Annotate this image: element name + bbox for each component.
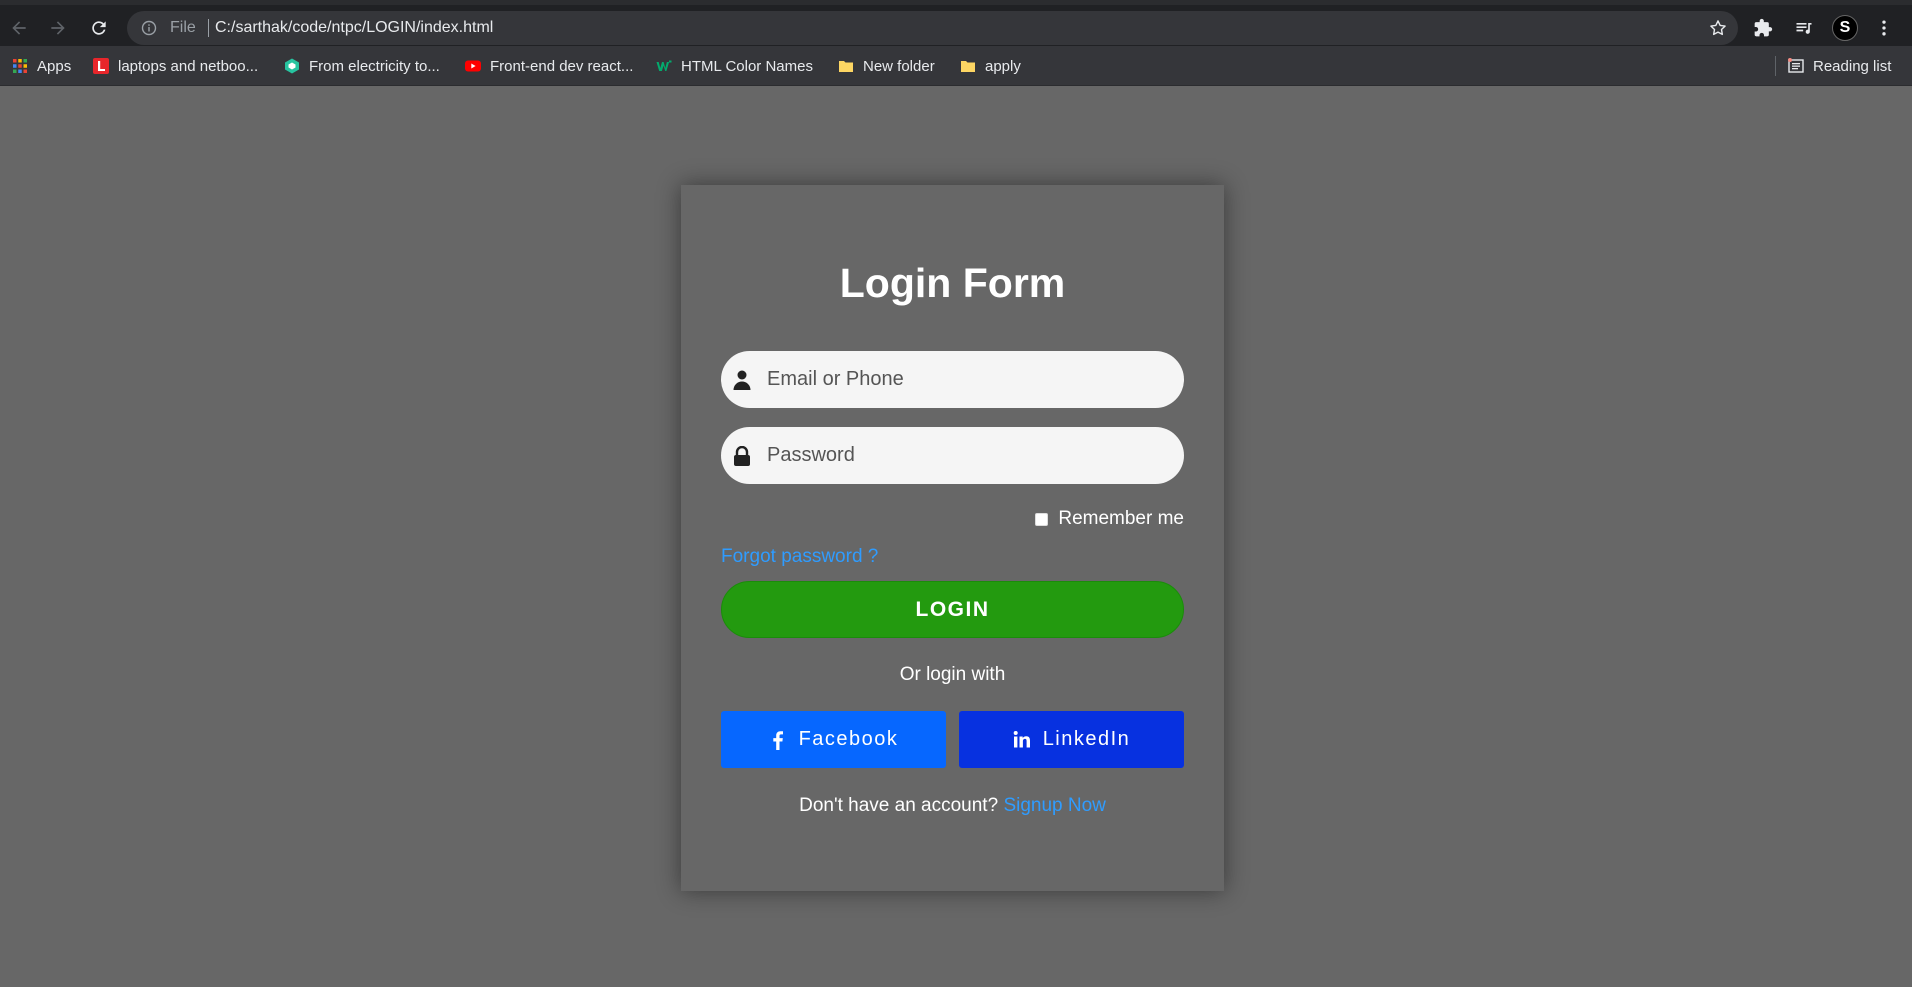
- bookmark-label: apply: [985, 57, 1021, 75]
- reading-list-icon: [1788, 58, 1804, 73]
- page-title: Login Form: [839, 260, 1066, 306]
- password-field[interactable]: [721, 427, 1184, 484]
- bookmark-label: New folder: [863, 57, 935, 75]
- login-button[interactable]: LOGIN: [721, 581, 1184, 638]
- user-icon: [733, 370, 751, 390]
- reading-list-button[interactable]: Reading list: [1788, 56, 1891, 76]
- bookmark-label: Front-end dev react...: [490, 57, 634, 75]
- back-icon[interactable]: [3, 12, 35, 44]
- bookmark-electricity[interactable]: From electricity to...: [284, 56, 440, 76]
- bookmark-label: From electricity to...: [309, 57, 440, 75]
- url-text[interactable]: C:/sarthak/code/ntpc/LOGIN/index.html: [215, 19, 493, 37]
- signup-prompt: Don't have an account?: [799, 795, 999, 816]
- w3-icon: [656, 60, 672, 71]
- facebook-button[interactable]: Facebook: [721, 711, 946, 768]
- site-info-icon[interactable]: [141, 20, 157, 36]
- bookmark-html-colors[interactable]: HTML Color Names: [656, 56, 813, 76]
- media-icon[interactable]: [1793, 17, 1815, 39]
- folder-icon: [839, 61, 853, 72]
- remember-checkbox[interactable]: [1035, 512, 1049, 526]
- bookmark-label: Apps: [37, 57, 72, 75]
- youtube-icon: [465, 60, 481, 72]
- bookmark-frontend[interactable]: Front-end dev react...: [465, 56, 633, 76]
- login-card: Login Form Remember me Forgot password ?…: [681, 185, 1224, 891]
- remember-me[interactable]: Remember me: [1035, 508, 1184, 530]
- menu-icon[interactable]: [1873, 17, 1895, 39]
- omnibox-divider: [208, 19, 209, 37]
- signup-row: Don't have an account? Signup Now: [681, 795, 1224, 817]
- reload-icon[interactable]: [83, 12, 115, 44]
- email-field[interactable]: [721, 351, 1184, 408]
- folder-icon: [961, 61, 975, 72]
- forgot-password-link[interactable]: Forgot password ?: [721, 546, 878, 568]
- email-input[interactable]: [767, 351, 1167, 408]
- extensions-icon[interactable]: [1752, 17, 1774, 39]
- or-login-text: Or login with: [899, 664, 1006, 685]
- password-input[interactable]: [767, 427, 1167, 484]
- l-logo-icon: [93, 58, 109, 74]
- scheme-label: File: [170, 19, 196, 36]
- bookmarks-divider: [1775, 56, 1776, 76]
- lock-icon: [734, 446, 750, 466]
- bookmark-apply[interactable]: apply: [960, 56, 1021, 76]
- bookmarks-bar: Apps laptops and netboo... From electric…: [0, 46, 1912, 86]
- remember-label: Remember me: [1058, 508, 1184, 529]
- browser-toolbar: File C:/sarthak/code/ntpc/LOGIN/index.ht…: [0, 0, 1912, 46]
- bookmark-laptops[interactable]: laptops and netboo...: [93, 56, 258, 76]
- reading-list-label: Reading list: [1813, 57, 1892, 75]
- facebook-icon: [772, 730, 783, 750]
- bookmark-new-folder[interactable]: New folder: [838, 56, 935, 76]
- linkedin-button[interactable]: LinkedIn: [959, 711, 1184, 768]
- facebook-label: Facebook: [798, 728, 899, 750]
- bookmark-label: laptops and netboo...: [118, 57, 259, 75]
- brainly-icon: [285, 58, 299, 74]
- linkedin-label: LinkedIn: [1042, 728, 1131, 750]
- forward-icon[interactable]: [42, 12, 74, 44]
- address-bar[interactable]: File C:/sarthak/code/ntpc/LOGIN/index.ht…: [127, 11, 1738, 45]
- bookmark-apps[interactable]: Apps: [12, 56, 71, 76]
- signup-link[interactable]: Signup Now: [1003, 795, 1105, 816]
- linkedin-icon: [1013, 730, 1030, 747]
- profile-avatar[interactable]: S: [1832, 15, 1858, 41]
- bookmark-star-icon[interactable]: [1708, 18, 1728, 38]
- profile-letter: S: [1839, 19, 1851, 36]
- apps-grid-icon: [13, 59, 27, 73]
- bookmark-label: HTML Color Names: [681, 57, 813, 75]
